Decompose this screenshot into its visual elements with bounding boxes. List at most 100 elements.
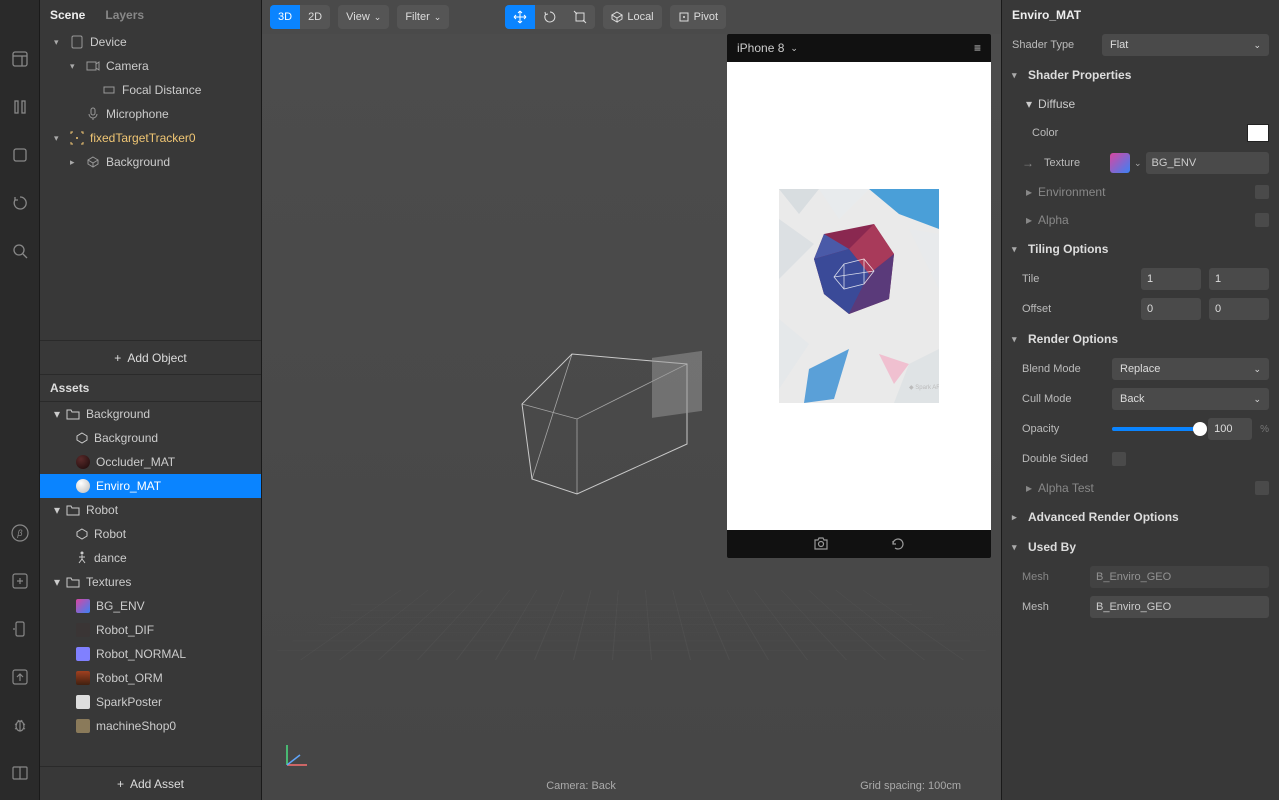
upload-icon[interactable] xyxy=(11,668,29,686)
inspector-title: Enviro_MAT xyxy=(1002,0,1279,30)
texture-icon xyxy=(76,647,90,661)
tab-scene[interactable]: Scene xyxy=(50,8,85,22)
tile-label: Tile xyxy=(1022,273,1104,285)
opacity-label: Opacity xyxy=(1022,423,1104,435)
tree-label: Device xyxy=(90,35,127,49)
asset-folder-textures[interactable]: ▾Textures xyxy=(40,570,261,594)
asset-robot-orm[interactable]: Robot_ORM xyxy=(40,666,261,690)
assets-tree: ▾Background Background Occluder_MAT Envi… xyxy=(40,402,261,766)
status-bar: Camera: Back Grid spacing: 100cm xyxy=(262,780,1001,792)
section-advanced-render[interactable]: ▸Advanced Render Options xyxy=(1002,502,1279,532)
search-icon[interactable] xyxy=(11,242,29,260)
asset-background-mesh[interactable]: Background xyxy=(40,426,261,450)
cube-icon xyxy=(611,11,623,23)
device-selector[interactable]: iPhone 8 ⌄ ≡ xyxy=(727,34,991,62)
tile-x-input[interactable] xyxy=(1141,268,1201,290)
section-used-by[interactable]: ▾Used By xyxy=(1002,532,1279,562)
viewport-toolbar: 3D 2D View⌄ Filter⌄ Local Pivot xyxy=(262,0,1001,34)
mode-2d-button[interactable]: 2D xyxy=(300,5,330,29)
add-square-icon[interactable] xyxy=(11,572,29,590)
asset-label: Robot xyxy=(94,527,126,541)
asset-robot-normal[interactable]: Robot_NORMAL xyxy=(40,642,261,666)
cull-mode-select[interactable]: Back⌄ xyxy=(1112,388,1269,410)
asset-folder-background[interactable]: ▾Background xyxy=(40,402,261,426)
texture-thumb[interactable] xyxy=(1110,153,1130,173)
device-preview: iPhone 8 ⌄ ≡ xyxy=(727,34,991,558)
animation-icon xyxy=(76,551,88,565)
scene-item-focal[interactable]: Focal Distance xyxy=(40,78,261,102)
camera-icon xyxy=(86,59,100,73)
move-tool[interactable] xyxy=(505,5,535,29)
asset-robot-dif[interactable]: Robot_DIF xyxy=(40,618,261,642)
reset-icon[interactable] xyxy=(890,536,906,552)
asset-occluder-mat[interactable]: Occluder_MAT xyxy=(40,450,261,474)
used-mesh-2 xyxy=(1090,596,1269,618)
color-picker[interactable] xyxy=(1247,124,1269,142)
opacity-slider[interactable] xyxy=(1112,427,1200,431)
shader-type-select[interactable]: Flat⌄ xyxy=(1102,34,1269,56)
beta-icon[interactable]: β xyxy=(11,524,29,542)
alpha-checkbox[interactable] xyxy=(1255,213,1269,227)
chevron-down-icon[interactable]: ⌄ xyxy=(1134,158,1142,169)
environment-checkbox[interactable] xyxy=(1255,185,1269,199)
local-button[interactable]: Local xyxy=(603,5,661,29)
scene-item-tracker[interactable]: ▾fixedTargetTracker0 xyxy=(40,126,261,150)
mode-3d-button[interactable]: 3D xyxy=(270,5,300,29)
asset-bg-env[interactable]: BG_ENV xyxy=(40,594,261,618)
add-asset-button[interactable]: +Add Asset xyxy=(40,766,261,800)
subsection-diffuse[interactable]: ▾Diffuse xyxy=(1002,90,1279,118)
blend-mode-select[interactable]: Replace⌄ xyxy=(1112,358,1269,380)
offset-x-input[interactable] xyxy=(1141,298,1201,320)
refresh-icon[interactable] xyxy=(11,194,29,212)
chevron-down-icon: ⌄ xyxy=(434,12,442,23)
menu-icon[interactable]: ≡ xyxy=(974,41,981,55)
asset-spark-poster[interactable]: SparkPoster xyxy=(40,690,261,714)
scale-tool[interactable] xyxy=(565,5,595,29)
pivot-icon xyxy=(678,11,690,23)
device-icon[interactable] xyxy=(11,620,29,638)
subsection-alpha[interactable]: ▸Alpha xyxy=(1002,206,1279,234)
asset-enviro-mat[interactable]: Enviro_MAT xyxy=(40,474,261,498)
tree-label: Microphone xyxy=(106,107,169,121)
tile-y-input[interactable] xyxy=(1209,268,1269,290)
pivot-button[interactable]: Pivot xyxy=(670,5,726,29)
book-icon[interactable] xyxy=(11,764,29,782)
asset-dance[interactable]: dance xyxy=(40,546,261,570)
alpha-test-checkbox[interactable] xyxy=(1255,481,1269,495)
device-footer xyxy=(727,530,991,558)
pause-icon[interactable] xyxy=(11,98,29,116)
subsection-environment[interactable]: ▸Environment xyxy=(1002,178,1279,206)
scene-item-device[interactable]: ▾Device xyxy=(40,30,261,54)
capture-icon[interactable] xyxy=(812,536,830,552)
asset-folder-robot[interactable]: ▾Robot xyxy=(40,498,261,522)
tracker-icon xyxy=(70,131,84,145)
filter-dropdown[interactable]: Filter⌄ xyxy=(397,5,449,29)
section-shader-properties[interactable]: ▾Shader Properties xyxy=(1002,60,1279,90)
opacity-input[interactable] xyxy=(1208,418,1252,440)
offset-y-input[interactable] xyxy=(1209,298,1269,320)
section-tiling[interactable]: ▾Tiling Options xyxy=(1002,234,1279,264)
square-icon[interactable] xyxy=(11,146,29,164)
section-render[interactable]: ▾Render Options xyxy=(1002,324,1279,354)
svg-text:β: β xyxy=(16,528,22,538)
material-icon xyxy=(76,479,90,493)
device-screen: ◆ Spark AR xyxy=(727,62,991,530)
scene-item-microphone[interactable]: Microphone xyxy=(40,102,261,126)
scene-item-background[interactable]: ▸Background xyxy=(40,150,261,174)
asset-machine-shop[interactable]: machineShop0 xyxy=(40,714,261,738)
bug-icon[interactable] xyxy=(11,716,29,734)
link-icon[interactable]: → xyxy=(1022,156,1036,170)
add-object-button[interactable]: + Add Object xyxy=(40,340,261,374)
tab-layers[interactable]: Layers xyxy=(105,8,144,22)
subsection-alpha-test[interactable]: ▸Alpha Test xyxy=(1002,474,1279,502)
double-sided-checkbox[interactable] xyxy=(1112,452,1126,466)
plus-icon: + xyxy=(117,777,124,791)
view-dropdown[interactable]: View⌄ xyxy=(338,5,389,29)
rotate-tool[interactable] xyxy=(535,5,565,29)
plus-icon: + xyxy=(114,351,121,365)
scene-item-camera[interactable]: ▾Camera xyxy=(40,54,261,78)
asset-robot-mesh[interactable]: Robot xyxy=(40,522,261,546)
add-object-label: Add Object xyxy=(127,351,186,365)
double-sided-label: Double Sided xyxy=(1022,453,1104,465)
layout-icon[interactable] xyxy=(11,50,29,68)
